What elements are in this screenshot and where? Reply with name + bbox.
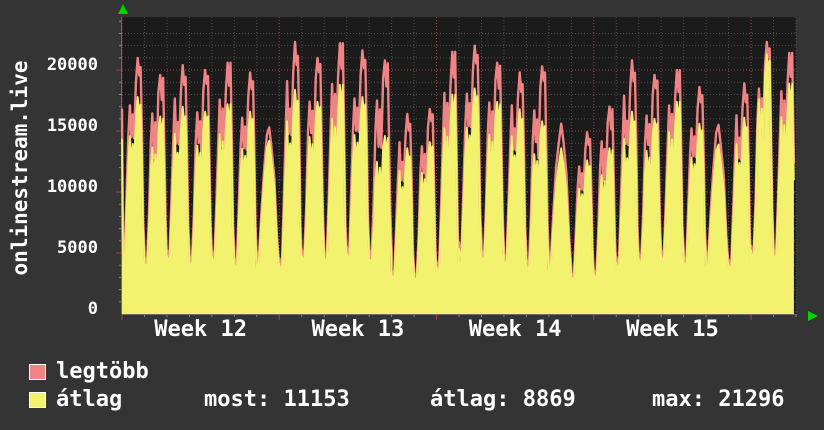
stat-most: most: 11153 <box>204 387 350 412</box>
stat-atlag: átlag: 8869 <box>430 387 576 412</box>
x-axis-label: Week 14 <box>468 317 562 342</box>
legend-swatch-atlag <box>29 392 46 408</box>
legend-swatch-legtobb <box>29 364 46 380</box>
x-axis-label: Week 15 <box>626 317 719 342</box>
y-axis-arrow-icon <box>118 4 128 14</box>
time-series-chart <box>116 17 797 320</box>
stat-max: max: 21296 <box>652 387 785 412</box>
legend-label-atlag: átlag <box>56 387 123 412</box>
x-axis-label: Week 12 <box>154 317 247 342</box>
y-axis-label: 0 <box>87 299 98 319</box>
y-axis-label: 5000 <box>57 238 98 258</box>
y-axis-label: 20000 <box>46 55 98 76</box>
y-axis-label: 10000 <box>46 177 98 198</box>
legend-label-legtobb: legtöbb <box>56 359 149 384</box>
y-axis-label: 15000 <box>46 116 98 137</box>
x-axis-label: Week 13 <box>311 317 405 342</box>
rrd-graph-page: { "title": "onlinestream.live", "legend"… <box>0 0 824 430</box>
